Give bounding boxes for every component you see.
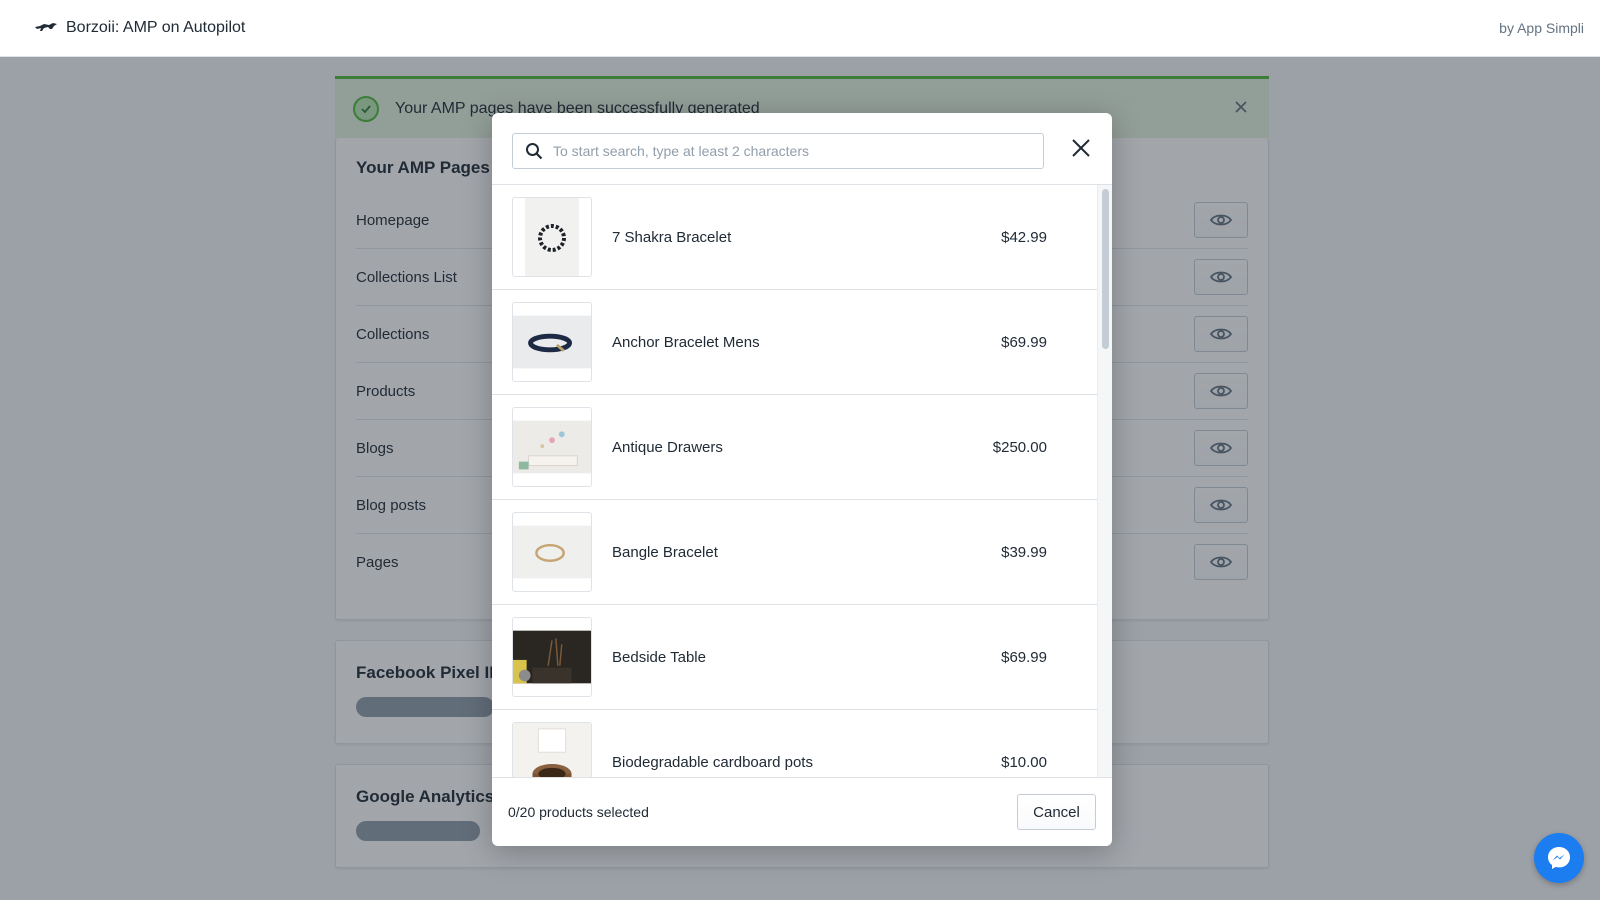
search-input[interactable]: [553, 143, 1013, 159]
top-bar: Borzoii: AMP on Autopilot by App Simpli: [0, 0, 1600, 57]
product-row-anchor-bracelet-mens[interactable]: Anchor Bracelet Mens $69.99: [492, 290, 1097, 395]
product-name: Anchor Bracelet Mens: [612, 333, 760, 351]
byline[interactable]: by App Simpli: [1499, 20, 1584, 36]
product-price: $69.99: [1001, 648, 1047, 666]
cancel-button[interactable]: Cancel: [1017, 794, 1096, 830]
product-row-7-shakra-bracelet[interactable]: 7 Shakra Bracelet $42.99: [492, 185, 1097, 290]
app-title: Borzoii: AMP on Autopilot: [66, 19, 246, 36]
product-price: $69.99: [1001, 333, 1047, 351]
product-thumbnail: [512, 197, 592, 277]
product-name: Bangle Bracelet: [612, 543, 718, 561]
product-price: $39.99: [1001, 543, 1047, 561]
product-list[interactable]: 7 Shakra Bracelet $42.99 Anchor Bracelet…: [492, 185, 1097, 777]
product-row-bedside-table[interactable]: Bedside Table $69.99: [492, 605, 1097, 710]
product-name: 7 Shakra Bracelet: [612, 228, 732, 246]
modal-footer: 0/20 products selected Cancel: [492, 777, 1112, 846]
product-name: Bedside Table: [612, 648, 706, 666]
search-icon: [526, 143, 543, 160]
borzoi-dog-icon: [34, 21, 58, 35]
product-thumbnail: [512, 617, 592, 697]
messenger-chat-button[interactable]: [1534, 833, 1584, 883]
search-field[interactable]: [512, 133, 1044, 169]
product-thumbnail: [512, 407, 592, 487]
product-row-biodegradable-cardboard-pots[interactable]: Biodegradable cardboard pots $10.00: [492, 710, 1097, 777]
product-thumbnail: [512, 512, 592, 592]
product-row-antique-drawers[interactable]: Antique Drawers $250.00: [492, 395, 1097, 500]
selected-count: 0/20 products selected: [508, 804, 649, 820]
product-price: $10.00: [1001, 753, 1047, 771]
product-price: $42.99: [1001, 228, 1047, 246]
product-price: $250.00: [992, 438, 1047, 456]
messenger-icon: [1548, 847, 1570, 869]
product-thumbnail: [512, 302, 592, 382]
product-name: Antique Drawers: [612, 438, 723, 456]
close-icon[interactable]: [1070, 137, 1092, 159]
product-name: Biodegradable cardboard pots: [612, 753, 813, 771]
product-picker-modal: 7 Shakra Bracelet $42.99 Anchor Bracelet…: [492, 113, 1112, 846]
scrollbar-thumb[interactable]: [1102, 189, 1109, 349]
product-thumbnail: [512, 722, 592, 777]
product-row-bangle-bracelet[interactable]: Bangle Bracelet $39.99: [492, 500, 1097, 605]
modal-header: [492, 113, 1112, 185]
product-list-scrollbar[interactable]: [1097, 185, 1112, 777]
